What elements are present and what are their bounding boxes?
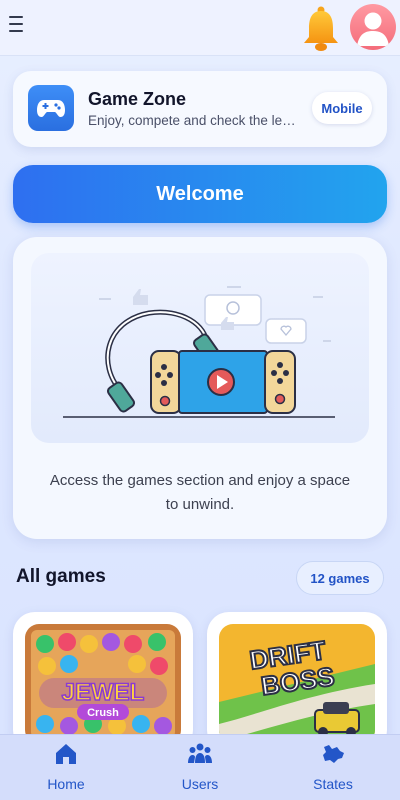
nav-label-home: Home: [47, 776, 85, 792]
platform-badge[interactable]: Mobile: [312, 92, 372, 124]
welcome-button[interactable]: Welcome: [13, 165, 387, 223]
promo-card[interactable]: Access the games section and enjoy a spa…: [13, 237, 387, 539]
section-title: All games: [16, 566, 106, 587]
game-thumbnail: JEWEL Crush: [25, 624, 181, 744]
gaming-console-headphones-illustration: [31, 253, 369, 443]
app-subtitle: Enjoy, compete and check the lea...: [88, 113, 298, 128]
gamepad-icon: [28, 85, 74, 131]
avatar[interactable]: [350, 4, 396, 50]
home-icon: [56, 744, 76, 764]
top-bar: [0, 0, 400, 56]
game-thumbnail: DRIFT BOSS: [219, 624, 375, 744]
nav-item-home[interactable]: Home: [16, 741, 116, 797]
map-icon: [323, 745, 344, 763]
game-card-jewel-crush[interactable]: JEWEL Crush: [13, 612, 193, 752]
nav-label-states: States: [313, 776, 353, 792]
nav-label-users: Users: [181, 776, 219, 792]
bottom-navigation: Home Users States: [0, 734, 400, 800]
nav-item-states[interactable]: States: [283, 741, 383, 797]
users-icon: [188, 743, 212, 763]
user-avatar-icon: [357, 12, 389, 46]
app-info-card: Game Zone Enjoy, compete and check the l…: [13, 71, 387, 147]
jewel-title: JEWEL: [62, 679, 145, 706]
game-card-drift-boss[interactable]: DRIFT BOSS: [207, 612, 387, 752]
games-count-badge[interactable]: 12 games: [296, 561, 384, 595]
promo-description: Access the games section and enjoy a spa…: [49, 472, 351, 513]
nav-item-users[interactable]: Users: [150, 741, 250, 797]
bell-icon[interactable]: [300, 4, 342, 52]
hamburger-icon[interactable]: [9, 16, 23, 36]
jewel-subtitle: Crush: [87, 707, 119, 719]
app-title: Game Zone: [88, 89, 187, 109]
